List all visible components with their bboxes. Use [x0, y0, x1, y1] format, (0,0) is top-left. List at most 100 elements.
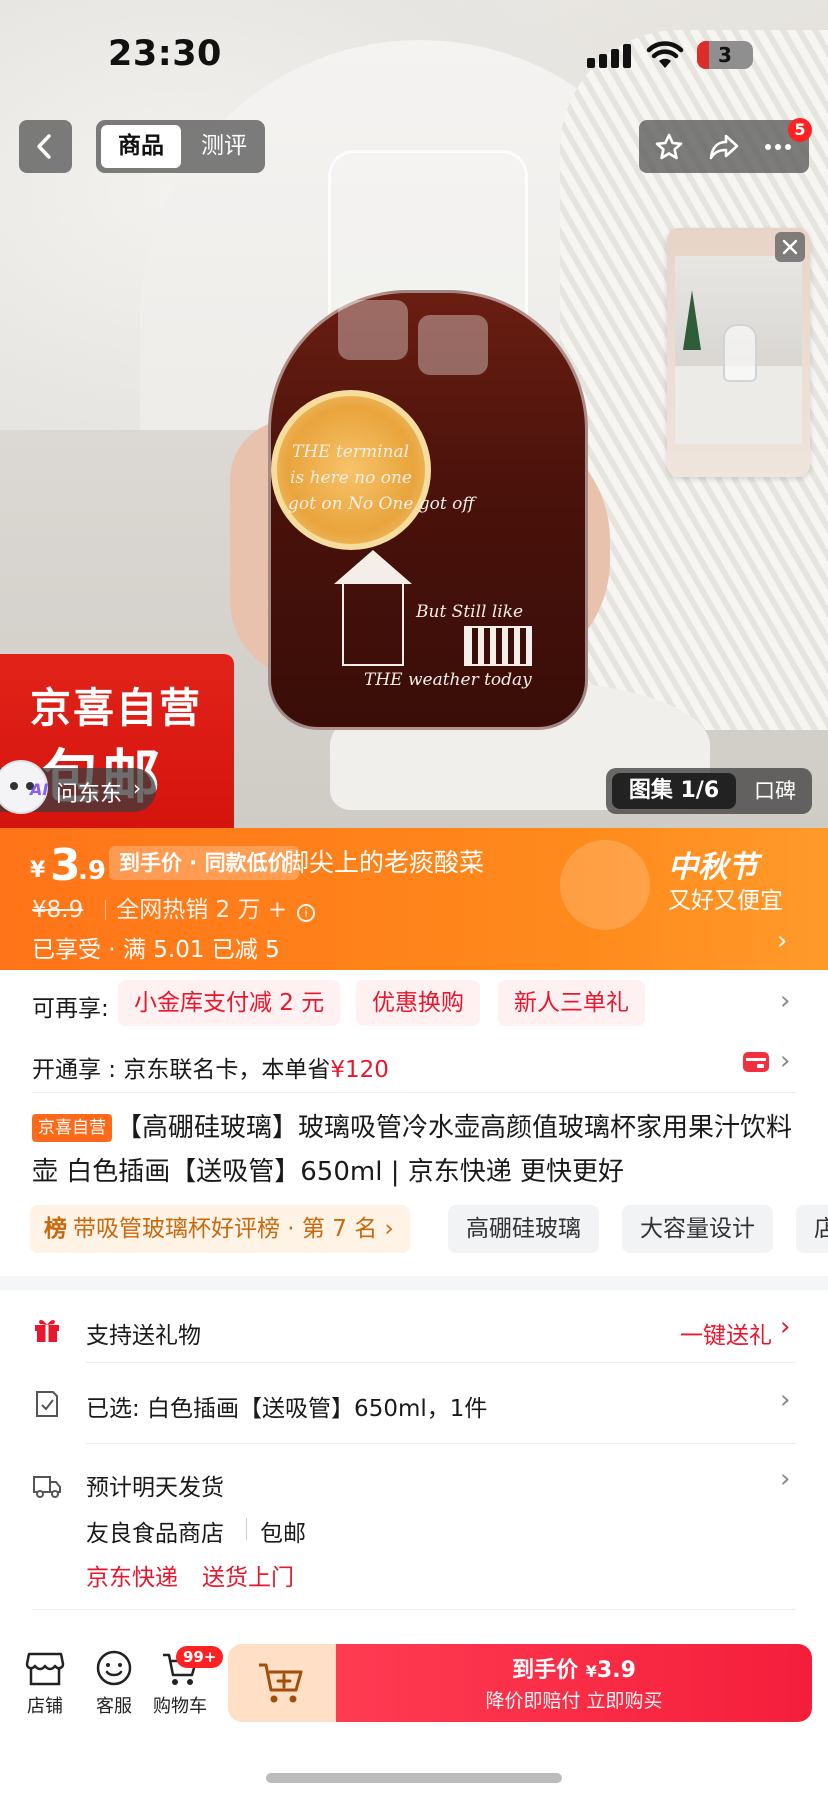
cart-label: 购物车 — [153, 1696, 207, 1717]
chevron-right-icon: › — [133, 776, 141, 800]
gift-row[interactable]: 支持送礼物 一键送礼 › — [0, 1310, 828, 1350]
cart-count-badge: 99+ — [176, 1646, 224, 1668]
feature-tag[interactable]: 高硼硅玻璃 — [448, 1205, 599, 1253]
divider — [86, 1362, 796, 1363]
price-integer: 3 — [50, 840, 81, 891]
status-bar: 23:30 3 — [0, 0, 828, 100]
share-icon — [709, 134, 739, 160]
section-gap — [0, 1276, 828, 1290]
selected-spec-row[interactable]: 已选: 白色插画【送吸管】650ml，1件 › — [0, 1383, 828, 1423]
wifi-icon — [646, 41, 684, 68]
product-image-carousel[interactable]: THE terminal is here no one got on No On… — [0, 0, 828, 828]
service-label: 客服 — [96, 1696, 132, 1717]
festival-subtitle: 又好又便宜 — [668, 888, 783, 914]
floating-video-preview[interactable] — [667, 228, 810, 477]
shop-button[interactable]: 店铺 — [15, 1650, 75, 1718]
shop-name: 友良食品商店 — [86, 1521, 224, 1547]
jar-text: But Still like — [416, 602, 524, 622]
gift-label: 支持送礼物 — [86, 1323, 201, 1349]
buy-subtitle: 降价即赔付 立即购买 — [485, 1690, 663, 1712]
close-icon — [782, 239, 798, 255]
favorite-button[interactable] — [643, 120, 695, 173]
bottom-action-bar: 店铺 客服 购物车 99+ 到手价 ¥3.9 降价即赔付 立即购买 — [0, 1630, 828, 1795]
separator — [246, 1518, 247, 1540]
home-indicator — [266, 1773, 562, 1783]
divider — [32, 1092, 796, 1093]
gallery-tab[interactable]: 图集 1/6 — [612, 773, 736, 809]
buy-now-button[interactable]: 到手价 ¥3.9 降价即赔付 立即购买 — [336, 1644, 812, 1722]
glass-jar-product: THE terminal is here no one got on No On… — [268, 150, 588, 730]
ice-cube — [338, 300, 408, 360]
add-to-cart-button[interactable] — [228, 1644, 336, 1722]
cellular-signal-icon — [587, 44, 633, 68]
product-tags: 榜带吸管玻璃杯好评榜 · 第 7 名 › 高硼硅玻璃 大容量设计 店 — [30, 1205, 828, 1253]
card-offer-row[interactable]: 开通享 : 京东联名卡，本单省¥120 › — [0, 1044, 828, 1084]
ai-badge: AI — [30, 780, 49, 799]
delivery-row[interactable]: 预计明天发货 › 友良食品商店 包邮 京东快递 送货上门 — [0, 1462, 828, 1592]
more-benefits-row[interactable]: 可再享: 小金库支付减 2 元 优惠换购 新人三单礼 › — [0, 980, 828, 1026]
more-dots-icon — [765, 144, 791, 150]
review-tab[interactable]: 口碑 — [744, 773, 806, 809]
battery-level: 3 — [718, 43, 732, 67]
feature-tag[interactable]: 店 — [796, 1205, 828, 1253]
chevron-right-icon: › — [780, 1464, 791, 1494]
festival-decoration — [560, 840, 650, 930]
divider — [32, 1609, 796, 1610]
chevron-left-icon — [37, 134, 51, 159]
price-decimal: .9 — [78, 856, 106, 886]
card-offer-label: 开通享 : 京东联名卡，本单省¥120 — [32, 1057, 389, 1083]
info-icon[interactable]: i — [297, 904, 316, 922]
message-badge: 5 — [788, 118, 812, 142]
buy-price: 3.9 — [596, 1658, 636, 1683]
chevron-right-icon: › — [780, 1385, 791, 1415]
tree-decoration — [683, 290, 701, 350]
piano-keys-drawing — [464, 626, 532, 666]
chevron-right-icon[interactable]: › — [777, 926, 787, 956]
buy-price-line: 到手价 ¥3.9 — [512, 1658, 636, 1683]
product-review-tabs: 商品 测评 — [96, 120, 265, 173]
benefit-chip[interactable]: 优惠换购 — [356, 980, 480, 1026]
tab-review[interactable]: 测评 — [188, 125, 260, 168]
divider — [86, 1443, 796, 1444]
close-video-button[interactable] — [775, 232, 805, 262]
door-delivery: 送货上门 — [202, 1565, 294, 1591]
price-tag: 到手价 · 同款低价 — [109, 846, 299, 880]
gift-icon — [35, 1319, 59, 1342]
customer-service-button[interactable]: 客服 — [84, 1650, 144, 1718]
card-icon — [743, 1052, 769, 1072]
battery-icon: 3 — [697, 41, 753, 69]
discount-applied: 已享受 · 满 5.01 已减 5 — [32, 937, 280, 963]
ice-cube — [418, 315, 488, 375]
store-icon — [25, 1652, 65, 1686]
price-currency: ¥ — [30, 858, 46, 883]
festival-title: 中秋节 — [668, 850, 758, 885]
price-banner[interactable]: ¥ 3 .9 到手价 · 同款低价 脚尖上的老痰酸菜 ¥8.9 全网热销 2 万 … — [0, 828, 828, 970]
ranking-tag[interactable]: 榜带吸管玻璃杯好评榜 · 第 7 名 › — [30, 1205, 410, 1253]
back-button[interactable] — [19, 120, 72, 173]
benefit-chip[interactable]: 小金库支付减 2 元 — [118, 980, 341, 1026]
house-drawing — [342, 580, 404, 666]
ticker-text: 脚尖上的老痰酸菜 — [284, 848, 485, 877]
original-price: ¥8.9 — [32, 897, 84, 923]
chevron-right-icon: › — [780, 1046, 791, 1076]
product-title: 京喜自营 【高硼硅玻璃】玻璃吸管冷水壶高颜值玻璃杯家用果汁饮料壶 白色插画【送吸管… — [32, 1106, 802, 1194]
free-shipping: 包邮 — [260, 1521, 306, 1547]
sticker-title: 京喜自营 — [30, 684, 202, 732]
self-operated-badge: 京喜自营 — [32, 1114, 112, 1142]
jar-text: THE weather today — [364, 670, 532, 690]
chevron-right-icon: › — [780, 1312, 791, 1342]
benefit-chip[interactable]: 新人三单礼 — [498, 980, 645, 1026]
tab-product[interactable]: 商品 — [101, 125, 181, 168]
sales-count: 全网热销 2 万 + — [116, 897, 288, 923]
truck-icon — [33, 1476, 61, 1498]
selected-spec: 已选: 白色插画【送吸管】650ml，1件 — [86, 1396, 488, 1422]
add-cart-icon — [259, 1663, 303, 1703]
one-click-gift[interactable]: 一键送礼 — [680, 1316, 772, 1350]
feature-tag[interactable]: 大容量设计 — [622, 1205, 773, 1253]
jar-text: is here no one — [290, 468, 412, 488]
ask-assistant-button[interactable]: AI 问东东 › — [0, 760, 156, 814]
share-button[interactable] — [697, 120, 749, 173]
shop-label: 店铺 — [27, 1696, 63, 1717]
product-title-text: 【高硼硅玻璃】玻璃吸管冷水壶高颜值玻璃杯家用果汁饮料壶 白色插画【送吸管】650… — [32, 1113, 793, 1187]
gallery-switcher: 图集 1/6 口碑 — [606, 768, 812, 814]
